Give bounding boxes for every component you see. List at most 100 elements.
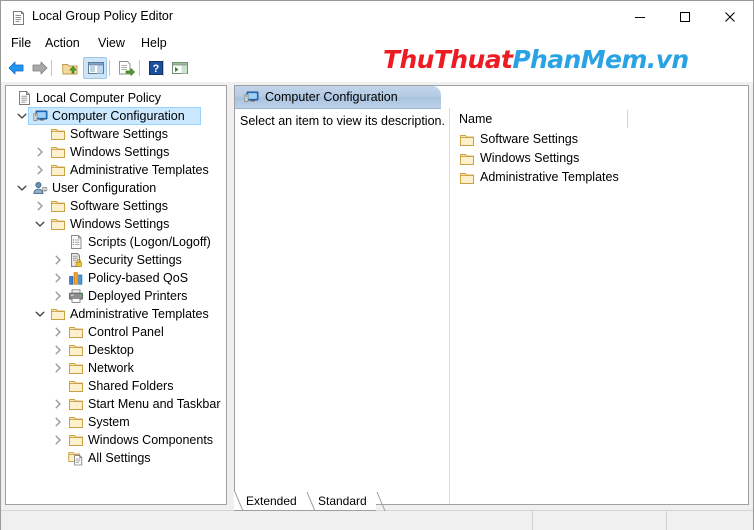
tree-item-deployed-printers[interactable]: Deployed Printers xyxy=(6,287,226,305)
title-bar: Local Group Policy Editor xyxy=(1,1,753,35)
tree-item-software-settings[interactable]: Software Settings xyxy=(6,125,226,143)
up-one-level-button[interactable] xyxy=(59,58,81,78)
list-item[interactable]: Software Settings xyxy=(450,130,748,149)
list-item-label: Administrative Templates xyxy=(480,170,619,184)
chevron-down-icon[interactable] xyxy=(34,308,46,320)
column-resize-handle[interactable] xyxy=(627,110,628,128)
tree-item-computer-configuration[interactable]: Computer Configuration xyxy=(6,107,226,125)
list-column-header[interactable]: Name xyxy=(450,108,748,130)
chevron-right-icon[interactable] xyxy=(52,326,64,338)
results-pane-header-tab: Computer Configuration xyxy=(235,86,441,109)
console-tree-pane[interactable]: Local Computer Policy Computer Configurat… xyxy=(5,85,227,505)
status-bar-separator xyxy=(666,511,667,530)
tree-item-label: Security Settings xyxy=(88,253,182,267)
tree-item-software-settings[interactable]: Software Settings xyxy=(6,197,226,215)
maximize-button[interactable] xyxy=(662,1,707,33)
chevron-right-icon[interactable] xyxy=(52,254,64,266)
tree-item-policy-based-qos[interactable]: Policy-based QoS xyxy=(6,269,226,287)
security-lock-icon xyxy=(68,252,84,268)
folder-icon xyxy=(459,151,475,167)
tree-item-system[interactable]: System xyxy=(6,413,226,431)
tree-item-label: Computer Configuration xyxy=(52,109,185,123)
user-config-icon xyxy=(32,180,48,196)
tree-item-user-configuration[interactable]: User Configuration xyxy=(6,179,226,197)
close-button[interactable] xyxy=(707,1,752,33)
chevron-right-icon[interactable] xyxy=(52,416,64,428)
list-item[interactable]: Windows Settings xyxy=(450,149,748,168)
main-content-area: Local Computer Policy Computer Configurat… xyxy=(1,82,753,511)
pane-splitter[interactable] xyxy=(229,85,233,505)
arrow-left-icon xyxy=(8,61,24,75)
folder-icon xyxy=(68,432,84,448)
folder-icon xyxy=(50,144,66,160)
list-item[interactable]: Administrative Templates xyxy=(450,168,748,187)
chevron-right-icon[interactable] xyxy=(52,344,64,356)
folder-icon xyxy=(459,170,475,186)
toolbar-separator xyxy=(163,60,164,76)
tree-item-label: All Settings xyxy=(88,451,151,465)
window-title: Local Group Policy Editor xyxy=(32,9,174,23)
back-button[interactable] xyxy=(5,58,27,78)
forward-button[interactable] xyxy=(29,58,51,78)
tree-item-administrative-templates[interactable]: Administrative Templates xyxy=(6,305,226,323)
tree-item-windows-settings[interactable]: Windows Settings xyxy=(6,215,226,233)
tree-item-all-settings[interactable]: All Settings xyxy=(6,449,226,467)
minimize-button[interactable] xyxy=(617,1,662,33)
folder-icon xyxy=(68,396,84,412)
chevron-down-icon[interactable] xyxy=(34,218,46,230)
tree-item-administrative-templates[interactable]: Administrative Templates xyxy=(6,161,226,179)
bar-chart-icon xyxy=(68,270,84,286)
policy-document-icon xyxy=(10,10,26,26)
chevron-right-icon[interactable] xyxy=(52,272,64,284)
computer-config-icon xyxy=(243,89,259,105)
tree-item-windows-settings[interactable]: Windows Settings xyxy=(6,143,226,161)
folder-icon xyxy=(50,162,66,178)
tree-item-shared-folders[interactable]: Shared Folders xyxy=(6,377,226,395)
results-pane-description: Select an item to view its description. xyxy=(240,114,445,128)
chevron-down-icon[interactable] xyxy=(16,110,28,122)
folder-icon xyxy=(50,198,66,214)
menu-action[interactable]: Action xyxy=(43,36,82,52)
tab-extended[interactable]: Extended xyxy=(234,492,306,511)
tree-item-label: Windows Settings xyxy=(70,217,170,231)
tree-item-control-panel[interactable]: Control Panel xyxy=(6,323,226,341)
tree-item-desktop[interactable]: Desktop xyxy=(6,341,226,359)
results-pane-tabs: Extended Standard xyxy=(234,492,749,511)
tree-item-label: User Configuration xyxy=(52,181,157,195)
local-group-policy-editor-window: Local Group Policy Editor File Action Vi… xyxy=(0,0,754,530)
chevron-right-icon[interactable] xyxy=(52,362,64,374)
tree-item-start-menu-and-taskbar[interactable]: Start Menu and Taskbar xyxy=(6,395,226,413)
tree-item-network[interactable]: Network xyxy=(6,359,226,377)
chevron-right-icon[interactable] xyxy=(52,398,64,410)
chevron-down-icon[interactable] xyxy=(16,182,28,194)
chevron-right-icon[interactable] xyxy=(34,200,46,212)
tree-item-label: Deployed Printers xyxy=(88,289,188,303)
policy-document-icon xyxy=(16,90,32,106)
tab-edge xyxy=(306,492,316,511)
svg-text:?: ? xyxy=(153,63,160,75)
tree-item-security-settings[interactable]: Security Settings xyxy=(6,251,226,269)
menu-file[interactable]: File xyxy=(9,36,33,52)
tab-standard[interactable]: Standard xyxy=(306,492,376,511)
tree-item-label: Network xyxy=(88,361,134,375)
toolbar: ? xyxy=(1,54,753,83)
tree-item-scripts-logon-logoff[interactable]: Scripts (Logon/Logoff) xyxy=(6,233,226,251)
chevron-right-icon[interactable] xyxy=(34,164,46,176)
show-action-pane-button[interactable] xyxy=(169,58,191,78)
export-list-button[interactable] xyxy=(115,58,137,78)
chevron-right-icon[interactable] xyxy=(52,290,64,302)
tree-item-local-computer-policy[interactable]: Local Computer Policy xyxy=(6,89,226,107)
menu-bar: File Action View Help xyxy=(1,34,753,54)
menu-help[interactable]: Help xyxy=(139,36,169,52)
folder-icon xyxy=(50,216,66,232)
tree-item-label: Administrative Templates xyxy=(70,163,209,177)
menu-view[interactable]: View xyxy=(96,36,127,52)
tree-item-windows-components[interactable]: Windows Components xyxy=(6,431,226,449)
chevron-right-icon[interactable] xyxy=(34,146,46,158)
action-pane-icon xyxy=(172,62,188,74)
status-bar xyxy=(1,510,753,530)
show-hide-tree-button[interactable] xyxy=(85,58,107,78)
chevron-right-icon[interactable] xyxy=(52,434,64,446)
script-icon xyxy=(68,234,84,250)
results-list[interactable]: Name Software Settings Windows Settings Ad… xyxy=(450,108,748,504)
